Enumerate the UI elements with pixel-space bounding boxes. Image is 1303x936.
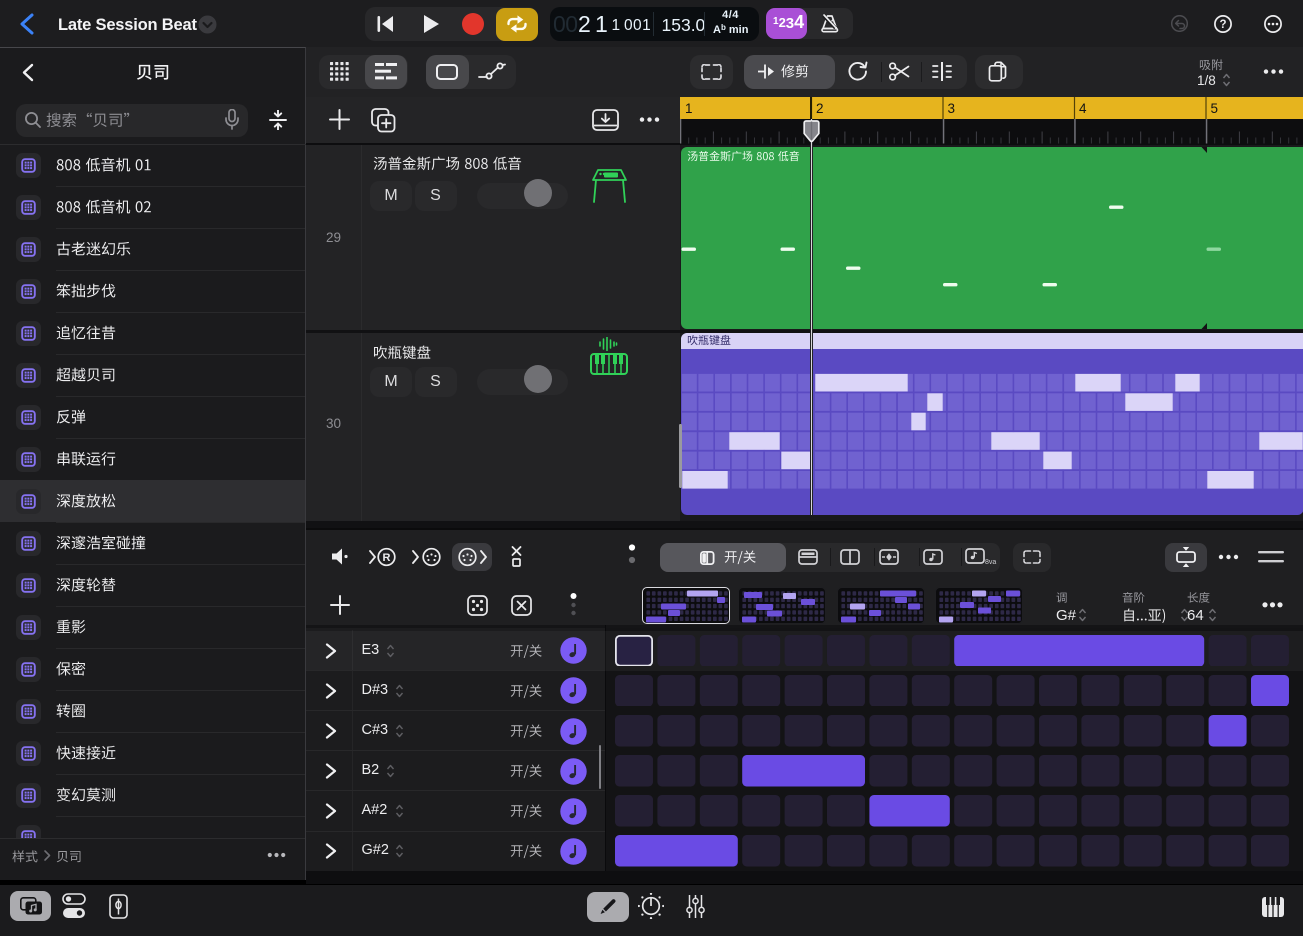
svg-text:R: R bbox=[383, 552, 391, 564]
svg-text:3: 3 bbox=[948, 101, 956, 116]
svg-text:8va: 8va bbox=[985, 559, 996, 566]
svg-text:5: 5 bbox=[1211, 101, 1219, 116]
svg-text:1: 1 bbox=[685, 101, 693, 116]
svg-text:?: ? bbox=[1219, 19, 1226, 31]
svg-text:4: 4 bbox=[1079, 101, 1087, 116]
svg-text:2: 2 bbox=[816, 101, 824, 116]
